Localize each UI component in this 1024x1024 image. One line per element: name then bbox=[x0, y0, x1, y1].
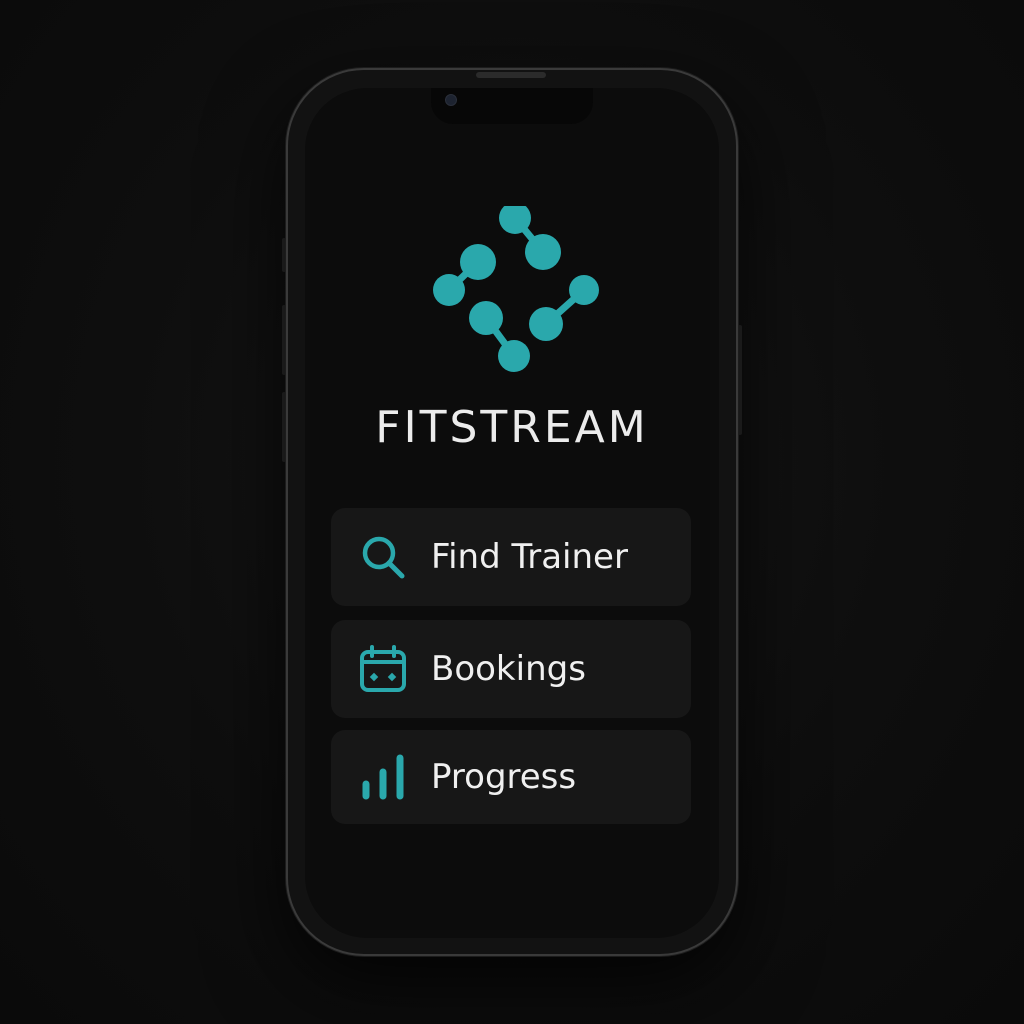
menu-item-find-trainer[interactable]: Find Trainer bbox=[331, 508, 691, 606]
app-title: FITSTREAM bbox=[375, 402, 649, 453]
front-camera-icon bbox=[445, 94, 457, 106]
bar-chart-icon bbox=[357, 751, 409, 803]
menu-item-bookings[interactable]: Bookings bbox=[331, 620, 691, 718]
phone-screen: FITSTREAM Find Trainer Bookings Progress bbox=[305, 88, 719, 938]
menu-item-label: Bookings bbox=[431, 649, 586, 689]
app-logo-icon bbox=[433, 206, 599, 372]
menu-item-label: Find Trainer bbox=[431, 537, 628, 577]
calendar-icon bbox=[357, 643, 409, 695]
notch bbox=[431, 88, 593, 124]
menu-item-label: Progress bbox=[431, 757, 577, 797]
menu-item-progress[interactable]: Progress bbox=[331, 730, 691, 824]
speaker-slot bbox=[476, 72, 546, 78]
background: FITSTREAM Find Trainer Bookings Progress bbox=[0, 0, 1024, 1024]
search-icon bbox=[357, 531, 409, 583]
power-button bbox=[738, 325, 742, 435]
